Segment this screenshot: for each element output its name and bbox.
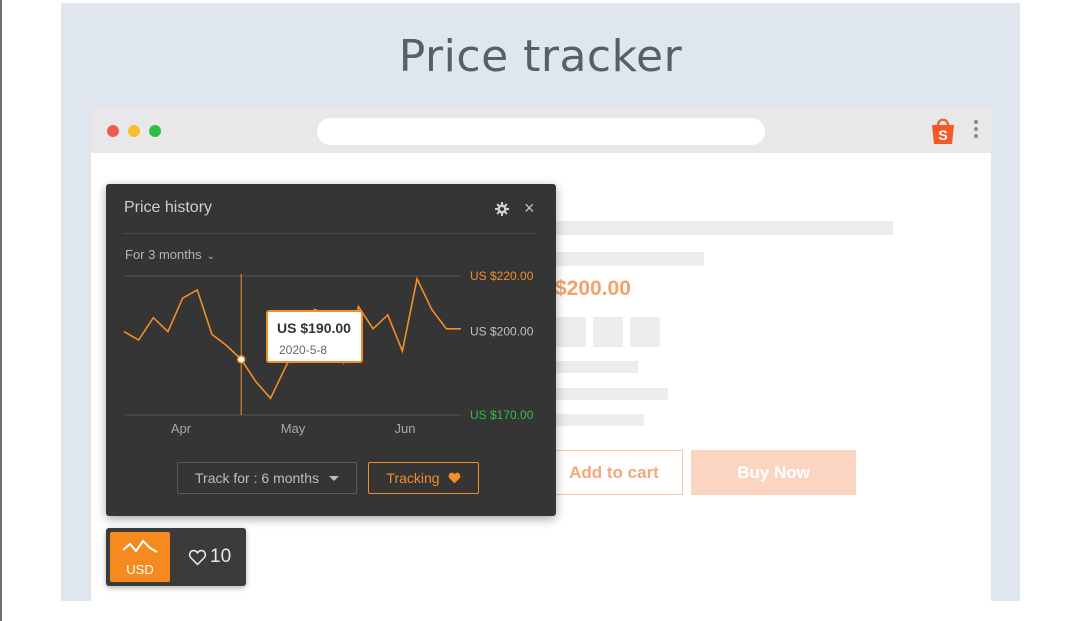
browser-toolbar: S <box>91 107 991 153</box>
buy-now-button[interactable]: Buy Now <box>691 450 856 495</box>
trend-line-icon <box>122 539 158 553</box>
option-swatch[interactable] <box>630 317 660 347</box>
kebab-menu-icon[interactable] <box>973 120 979 142</box>
tooltip-date: 2020-5-8 <box>279 343 328 357</box>
price-tracker-widget[interactable]: USD 10 <box>106 528 246 586</box>
track-duration-select[interactable]: Track for : 6 months <box>177 462 357 494</box>
shop-icon-letter: S <box>938 127 947 143</box>
range-label: For 3 months <box>125 247 202 262</box>
placeholder-title-line-1 <box>556 221 893 235</box>
y-tick-label: US $170.00 <box>470 408 534 422</box>
option-swatch[interactable] <box>593 317 623 347</box>
price-tooltip: US $190.00 2020-5-8 <box>266 310 363 363</box>
close-icon[interactable]: × <box>524 198 535 218</box>
caret-down-icon <box>328 475 339 481</box>
placeholder-title-line-2 <box>556 252 704 266</box>
panel-title: Price history <box>124 199 213 216</box>
highlight-point <box>236 355 246 364</box>
tooltip-price: US $190.00 <box>277 320 351 336</box>
tracking-button[interactable]: Tracking <box>368 462 479 494</box>
address-bar[interactable] <box>317 118 765 145</box>
panel-divider <box>122 233 537 234</box>
currency-label: USD <box>126 562 154 577</box>
price-history-panel: Price history × For 3 months ⌄ Apr May Jun U… <box>106 184 556 516</box>
gear-icon[interactable] <box>495 202 509 216</box>
chevron-down-icon: ⌄ <box>206 251 215 262</box>
maximize-window-button[interactable] <box>149 125 161 137</box>
left-border <box>0 0 2 621</box>
heart-icon <box>448 472 460 484</box>
shopping-bag-icon[interactable]: S <box>929 116 957 146</box>
minimize-window-button[interactable] <box>128 125 140 137</box>
x-tick-label: May <box>281 421 306 436</box>
favorites-count: 10 <box>210 546 232 567</box>
add-to-cart-button[interactable]: Add to cart <box>545 450 683 495</box>
currency-trend-button[interactable]: USD <box>110 532 170 582</box>
placeholder-line <box>556 361 638 373</box>
option-swatch[interactable] <box>556 317 586 347</box>
track-duration-label: Track for : 6 months <box>195 470 319 486</box>
page-title: Price tracker <box>398 31 683 82</box>
y-tick-label: US $200.00 <box>470 325 534 339</box>
y-tick-label: US $220.00 <box>470 269 534 283</box>
favorites-button[interactable]: 10 <box>188 545 231 569</box>
close-window-button[interactable] <box>107 125 119 137</box>
x-tick-label: Jun <box>395 421 416 436</box>
placeholder-line <box>556 414 644 426</box>
x-tick-label: Apr <box>171 421 192 436</box>
range-dropdown[interactable]: For 3 months ⌄ <box>125 247 215 262</box>
product-price: $200.00 <box>555 277 631 300</box>
heart-outline-icon <box>188 549 207 566</box>
placeholder-line <box>556 388 668 400</box>
tracking-label: Tracking <box>386 470 440 486</box>
